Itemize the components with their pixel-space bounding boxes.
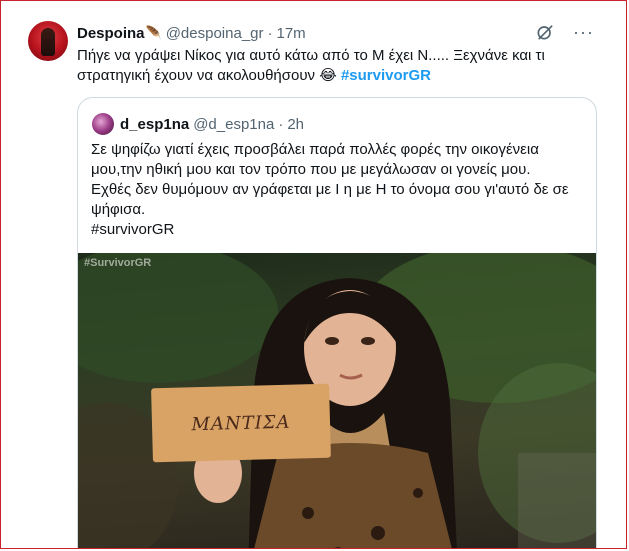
tweet-header: Despoina 🪶 @despoina_gr · 17m (77, 22, 306, 44)
more-icon[interactable]: ··· (573, 22, 594, 42)
quoted-tweet[interactable]: d_esp1na @d_esp1na · 2h Σε ψηφίζω γιατί … (77, 97, 597, 548)
avatar-figure (41, 28, 55, 56)
quoted-tweet-text: Σε ψηφίζω γιατί έχεις προσβάλει παρά πολ… (91, 140, 586, 240)
author-avatar[interactable] (28, 21, 68, 61)
quoted-author-handle[interactable]: @d_esp1na (193, 116, 274, 133)
author-name[interactable]: Despoina (77, 25, 145, 42)
tweet-card[interactable]: Despoina 🪶 @despoina_gr · 17m ··· Πήγε ν… (0, 0, 627, 549)
laughing-emoji: 😂 (319, 67, 337, 84)
quoted-author-name[interactable]: d_esp1na (120, 116, 189, 133)
quoted-author-avatar[interactable] (92, 113, 114, 135)
author-handle[interactable]: @despoina_gr (166, 25, 264, 42)
author-emoji: 🪶 (145, 25, 162, 40)
sign-text: ΜΑΝΤΙΣΑ (191, 411, 291, 435)
quoted-tweet-time[interactable]: 2h (287, 116, 304, 133)
grok-icon[interactable] (535, 22, 555, 42)
hashtag-link[interactable]: #survivorGR (341, 67, 431, 84)
tweet-text-line2-wrap: στρατηγική έχουν να ακολουθήσουν 😂 #surv… (77, 66, 602, 86)
quoted-text-line1: Σε ψηφίζω γιατί έχεις προσβάλει παρά πολ… (91, 141, 539, 158)
quoted-text-line4: ψήφισα. (91, 201, 146, 218)
paper-sign: ΜΑΝΤΙΣΑ (151, 383, 331, 463)
separator-dot: · (267, 24, 273, 42)
tweet-text-line2: στρατηγική έχουν να ακολουθήσουν (77, 67, 316, 84)
quoted-tweet-header: d_esp1na @d_esp1na · 2h (120, 113, 304, 135)
quoted-hashtag: #survivorGR (91, 221, 175, 238)
quoted-text-line3: Εχθές δεν θυμόμουν αν γράφεται με Ι η με… (91, 181, 569, 198)
quoted-text-line2: μου,την ηθική μου και τον τρόπο που με μ… (91, 161, 531, 178)
tweet-text-line1: Πήγε να γράψει Νίκος για αυτό κάτω από τ… (77, 47, 545, 64)
tweet-text: Πήγε να γράψει Νίκος για αυτό κάτω από τ… (77, 46, 602, 86)
quoted-separator-dot: · (278, 115, 284, 133)
image-watermark: #SurvivorGR (84, 257, 152, 269)
quoted-tweet-image[interactable]: #SurvivorGR ΜΑΝΤΙΣΑ (78, 253, 596, 548)
tweet-actions-top: ··· (535, 22, 594, 42)
tweet-time[interactable]: 17m (277, 25, 306, 42)
